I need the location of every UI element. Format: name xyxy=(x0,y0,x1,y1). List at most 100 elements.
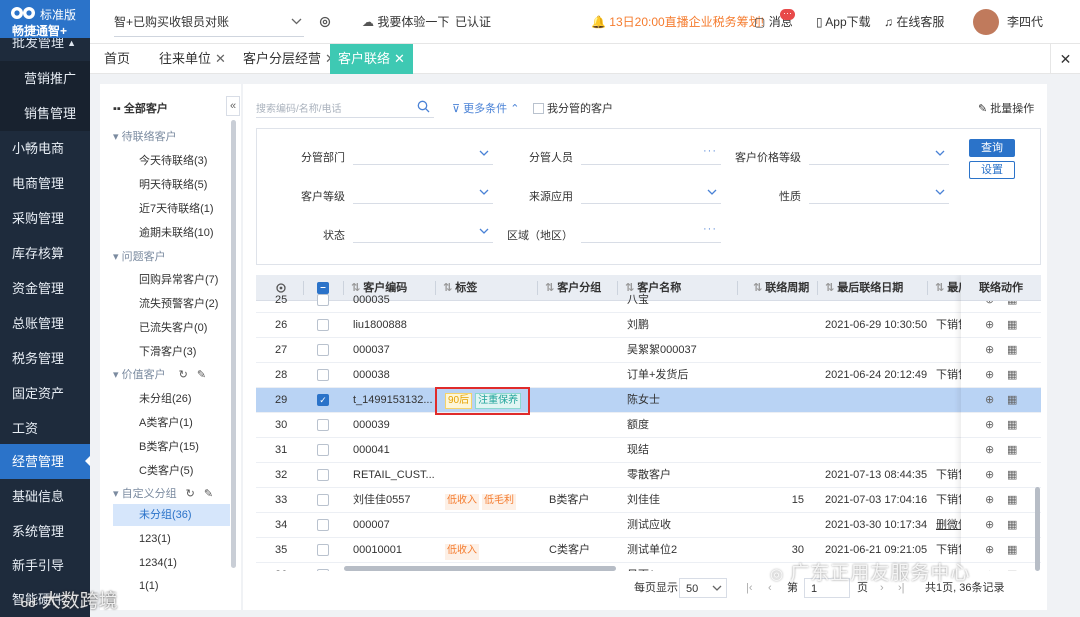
close-icon[interactable]: ✕ xyxy=(215,51,226,66)
online-support-button[interactable]: ♫ 在线客服 xyxy=(884,0,944,44)
sidebar-item-tax[interactable]: 税务管理 xyxy=(0,341,90,376)
tree-item[interactable]: B类客户(15) xyxy=(139,438,199,454)
search-icon[interactable] xyxy=(417,100,430,113)
qr-code-icon[interactable]: ▦ xyxy=(1007,318,1017,331)
collapse-panel-icon[interactable]: « xyxy=(226,96,240,116)
department-select[interactable] xyxy=(353,145,493,165)
price-level-select[interactable] xyxy=(809,145,949,165)
sidebar-item-ecommerce-mini[interactable]: 小畅电商 xyxy=(0,131,90,166)
contact-record-icon[interactable]: ⊕ xyxy=(985,368,994,381)
sidebar-item-ecommerce[interactable]: 电商管理 xyxy=(0,166,90,201)
row-checkbox[interactable] xyxy=(317,469,329,481)
gear-icon[interactable] xyxy=(318,15,332,29)
contact-record-icon[interactable]: ⊕ xyxy=(985,543,994,556)
tree-item[interactable]: 已流失客户(0) xyxy=(139,319,207,335)
qr-code-icon[interactable]: ▦ xyxy=(1007,568,1017,571)
tree-item[interactable]: 今天待联络(3) xyxy=(139,152,207,168)
qr-code-icon[interactable]: ▦ xyxy=(1007,393,1017,406)
contact-record-icon[interactable]: ⊕ xyxy=(985,568,994,571)
row-checkbox[interactable] xyxy=(317,344,329,356)
qr-code-icon[interactable]: ▦ xyxy=(1007,543,1017,556)
qr-code-icon[interactable]: ▦ xyxy=(1007,468,1017,481)
tab-customer-tiers[interactable]: 客户分层经营✕ xyxy=(243,44,336,74)
region-select[interactable]: ··· xyxy=(581,223,721,243)
messages-button[interactable]: ▢ 消息 ··· xyxy=(754,0,795,44)
more-icon[interactable]: ··· xyxy=(703,223,717,235)
row-checkbox[interactable] xyxy=(317,494,329,506)
tree-item[interactable]: 逾期未联络(10) xyxy=(139,224,214,240)
sidebar-item-payroll[interactable]: 工资 xyxy=(0,411,90,446)
tree-item[interactable]: 近7天待联络(1) xyxy=(139,200,214,216)
sidebar-item-funds[interactable]: 资金管理 xyxy=(0,271,90,306)
close-all-tabs-icon[interactable]: ✕ xyxy=(1050,44,1080,74)
tab-partners[interactable]: 往来单位 ✕ xyxy=(159,44,226,74)
row-checkbox[interactable] xyxy=(317,294,329,306)
tree-item[interactable]: 回购异常客户(7) xyxy=(139,271,218,287)
tree-item[interactable]: A类客户(1) xyxy=(139,414,193,430)
sidebar-item-ledger[interactable]: 总账管理 xyxy=(0,306,90,341)
horizontal-scrollbar[interactable] xyxy=(344,566,616,571)
tree-scrollbar[interactable] xyxy=(231,120,236,568)
nature-select[interactable] xyxy=(809,184,949,204)
tree-item[interactable]: 下滑客户(3) xyxy=(139,343,196,359)
tree-item[interactable]: C类客户(5) xyxy=(139,462,193,478)
vertical-scrollbar[interactable] xyxy=(1035,487,1040,571)
row-checkbox[interactable] xyxy=(317,319,329,331)
tree-group-problem[interactable]: ▾ 问题客户 xyxy=(113,248,166,264)
user-name[interactable]: 李四代 xyxy=(1007,0,1043,44)
tree-group-value[interactable]: ▾ 价值客户 ↻ ✎ xyxy=(113,366,206,382)
table-row[interactable]: 29 t_1499153132... 陈女士 ✓ 90后 注重保养 xyxy=(256,388,1041,413)
sidebar-item-marketing[interactable]: 营销推广 xyxy=(0,61,90,96)
contact-record-icon[interactable]: ⊕ xyxy=(985,443,994,456)
row-checkbox[interactable] xyxy=(317,544,329,556)
contact-record-icon[interactable]: ⊕ xyxy=(985,518,994,531)
tree-group-pending[interactable]: ▾ 待联络客户 xyxy=(113,128,177,144)
sidebar-item-guide[interactable]: 新手引导 xyxy=(0,548,90,583)
table-row[interactable]: 33 刘佳佳0557 B类客户 刘佳佳 15 2021-07-03 17:04:16 下销售… xyxy=(256,488,1041,513)
level-select[interactable] xyxy=(353,184,493,204)
qr-code-icon[interactable]: ▦ xyxy=(1007,518,1017,531)
tree-item[interactable]: 123(1) xyxy=(139,533,171,545)
app-download-button[interactable]: ▯ App下载 xyxy=(816,0,871,44)
edit-icon[interactable]: ✎ xyxy=(197,369,206,381)
qr-code-icon[interactable]: ▦ xyxy=(1007,443,1017,456)
tree-item[interactable]: 未分组(26) xyxy=(139,390,192,406)
row-checkbox[interactable] xyxy=(317,369,329,381)
source-select[interactable] xyxy=(581,184,721,204)
table-row[interactable]: 26 liu1800888 刘鹏 2021-06-29 10:30:50 下销售 xyxy=(256,313,1041,338)
edit-icon[interactable]: ✎ xyxy=(204,488,213,500)
tree-root[interactable]: ▪▪ 全部客户 xyxy=(113,100,168,116)
table-row[interactable]: 31 000041 现结 xyxy=(256,438,1041,463)
row-checkbox[interactable]: ✓ xyxy=(317,394,329,406)
sidebar-item-sales[interactable]: 销售管理 xyxy=(0,96,90,131)
qr-code-icon[interactable]: ▦ xyxy=(1007,418,1017,431)
experience-link[interactable]: ☁ 我要体验一下 xyxy=(362,0,449,44)
tree-item[interactable]: 流失预警客户(2) xyxy=(139,295,218,311)
refresh-icon[interactable]: ↻ xyxy=(186,488,195,500)
qr-code-icon[interactable]: ▦ xyxy=(1007,368,1017,381)
sidebar-item-fixed-assets[interactable]: 固定资产 xyxy=(0,376,90,411)
qr-code-icon[interactable]: ▦ xyxy=(1007,493,1017,506)
row-checkbox[interactable] xyxy=(317,569,329,571)
table-row[interactable]: 32 RETAIL_CUST... 零散客户 2021-07-13 08:44:35 下… xyxy=(256,463,1041,488)
sidebar-item-inventory[interactable]: 库存核算 xyxy=(0,236,90,271)
qr-code-icon[interactable]: ▦ xyxy=(1007,343,1017,356)
contact-record-icon[interactable]: ⊕ xyxy=(985,418,994,431)
settings-button[interactable]: 设置 xyxy=(969,161,1015,179)
batch-operation-button[interactable]: ✎ 批量操作 xyxy=(978,100,1034,116)
live-notice[interactable]: 🔔 13日20:00直播企业税务筹划! xyxy=(591,0,764,44)
contact-record-icon[interactable]: ⊕ xyxy=(985,393,994,406)
sidebar-item-system[interactable]: 系统管理 xyxy=(0,514,90,549)
account-select[interactable]: 智+已购买收银员对账 xyxy=(114,7,304,37)
table-row[interactable]: 25 000035 八宝 xyxy=(256,288,1041,313)
tab-home[interactable]: 首页 xyxy=(104,44,130,74)
row-checkbox[interactable] xyxy=(317,444,329,456)
contact-record-icon[interactable]: ⊕ xyxy=(985,318,994,331)
sidebar-item-basic-info[interactable]: 基础信息 xyxy=(0,479,90,514)
tree-item[interactable]: 1234(1) xyxy=(139,557,177,569)
contact-record-icon[interactable]: ⊕ xyxy=(985,468,994,481)
more-conditions-button[interactable]: ⊽ 更多条件 ⌃ xyxy=(452,100,519,116)
sidebar-item-purchase[interactable]: 采购管理 xyxy=(0,201,90,236)
table-row[interactable]: 34 000007 测试应收 2021-03-30 10:17:34 删微信 xyxy=(256,513,1041,538)
table-row[interactable]: 30 000039 额度 xyxy=(256,413,1041,438)
